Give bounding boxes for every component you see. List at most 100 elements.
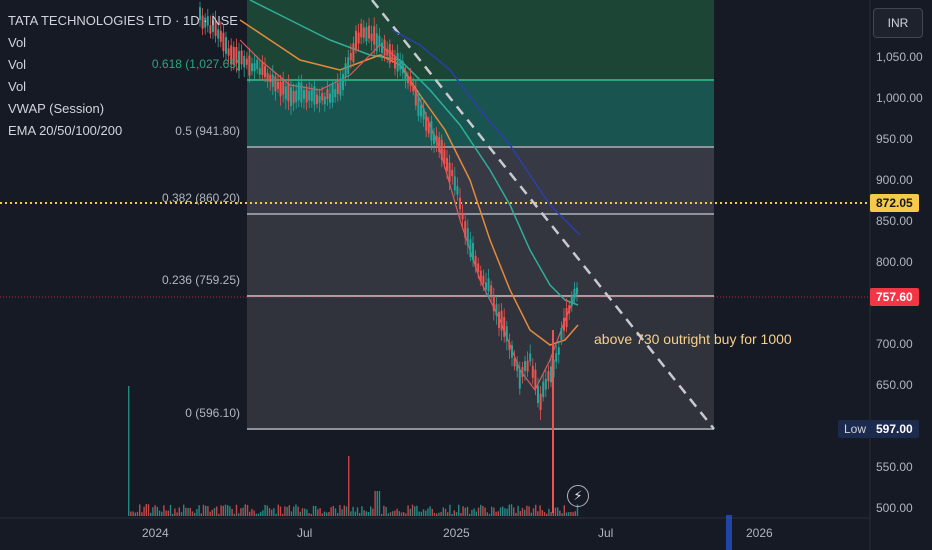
candle-body <box>394 56 396 69</box>
candle-body <box>464 221 467 238</box>
candle-body <box>360 23 363 38</box>
candle-body <box>251 63 253 72</box>
volume-bar <box>506 508 508 516</box>
volume-bar <box>235 504 238 516</box>
volume-bar <box>191 511 194 516</box>
volume-bar <box>519 510 521 516</box>
volume-bar <box>475 511 477 516</box>
volume-bar <box>189 507 191 516</box>
volume-bar <box>310 513 312 516</box>
volume-bar <box>376 491 378 516</box>
candle-body <box>542 381 545 398</box>
volume-bar <box>378 491 381 516</box>
trade-annotation[interactable]: above 730 outright buy for 1000 <box>594 331 792 347</box>
volume-bar <box>559 510 561 516</box>
volume-bar <box>407 505 409 516</box>
volume-bar <box>286 507 288 516</box>
volume-bar <box>240 508 242 516</box>
legend-vol-3[interactable]: Vol <box>8 76 238 98</box>
candle-body <box>271 74 274 87</box>
volume-bar <box>143 506 145 516</box>
volume-bar <box>473 508 475 516</box>
candle-body <box>240 50 243 65</box>
volume-bar <box>207 506 209 516</box>
volume-bar <box>440 511 442 516</box>
candle-body <box>427 122 430 134</box>
volume-bar <box>174 508 176 516</box>
volume-bar <box>147 504 150 516</box>
volume-bar <box>568 512 570 516</box>
candle-body <box>357 32 360 44</box>
volume-bar <box>334 508 337 516</box>
candle-body <box>375 33 378 52</box>
candle-body <box>430 120 433 141</box>
volume-bar <box>367 512 370 516</box>
candle-body <box>461 213 464 220</box>
volume-bar <box>438 512 440 516</box>
volume-bar <box>154 505 156 516</box>
y-tick: 850.00 <box>876 214 913 228</box>
volume-bar <box>339 505 341 516</box>
volume-bar <box>400 512 403 516</box>
volume-bar <box>403 512 405 516</box>
candle-body <box>576 287 578 295</box>
volume-bar <box>350 511 352 516</box>
volume-bar <box>515 512 517 516</box>
candle-body <box>264 66 266 78</box>
volume-bar <box>242 507 244 516</box>
candle-body <box>310 89 313 102</box>
candle-body <box>381 42 383 53</box>
candle-body <box>487 278 490 292</box>
x-tick: Jul <box>598 526 614 540</box>
volume-bar <box>161 511 163 516</box>
fib-label-0618: 0.618 (1,027.65) <box>151 57 240 71</box>
legend-vwap[interactable]: VWAP (Session) <box>8 98 238 120</box>
candle-body <box>378 35 381 47</box>
candle-body <box>409 76 412 87</box>
volume-bar <box>535 504 537 516</box>
volume-bar <box>158 510 161 516</box>
legend-vol-1[interactable]: Vol <box>8 32 238 54</box>
candle-body <box>420 105 422 117</box>
volume-bar <box>156 506 158 516</box>
volume-bar <box>477 507 480 516</box>
candle-body <box>347 57 350 74</box>
currency-button[interactable]: INR <box>873 8 923 38</box>
volume-bar <box>323 511 326 516</box>
volume-bar <box>198 505 200 516</box>
volume-bar <box>466 506 469 516</box>
volume-bar <box>372 508 374 516</box>
volume-bar <box>194 512 196 516</box>
volume-bar <box>253 510 255 516</box>
candle-body <box>544 378 547 390</box>
candle-body <box>266 73 269 82</box>
candle-body <box>303 90 305 99</box>
volume-bar <box>546 513 548 516</box>
volume-bar <box>425 510 427 516</box>
candle-body <box>414 88 417 106</box>
volume-bar <box>570 511 572 516</box>
candle-body <box>459 197 461 210</box>
volume-bar <box>183 504 185 516</box>
symbol-title[interactable]: TATA TECHNOLOGIES LTD · 1D · NSE <box>8 10 238 32</box>
volume-bar <box>557 507 559 516</box>
volume-bar <box>328 511 330 516</box>
volume-bar <box>209 511 211 516</box>
candle-body <box>511 345 513 358</box>
volume-bar <box>224 504 227 516</box>
candle-body <box>524 361 526 371</box>
low-label-tag: Low <box>838 420 873 438</box>
candle-body <box>297 81 300 101</box>
alert-price-tag[interactable]: 872.05 <box>870 194 919 212</box>
candle-body <box>547 371 550 382</box>
volume-bar <box>277 504 279 516</box>
volume-bar <box>565 512 568 516</box>
candle-body <box>425 116 428 131</box>
lightning-icon[interactable]: ⚡ <box>567 485 589 507</box>
volume-bar <box>341 509 343 516</box>
volume-bar <box>260 511 262 516</box>
candle-body <box>498 311 500 329</box>
candle-body <box>482 275 485 284</box>
volume-bar <box>449 504 451 516</box>
candle-body <box>537 385 539 403</box>
